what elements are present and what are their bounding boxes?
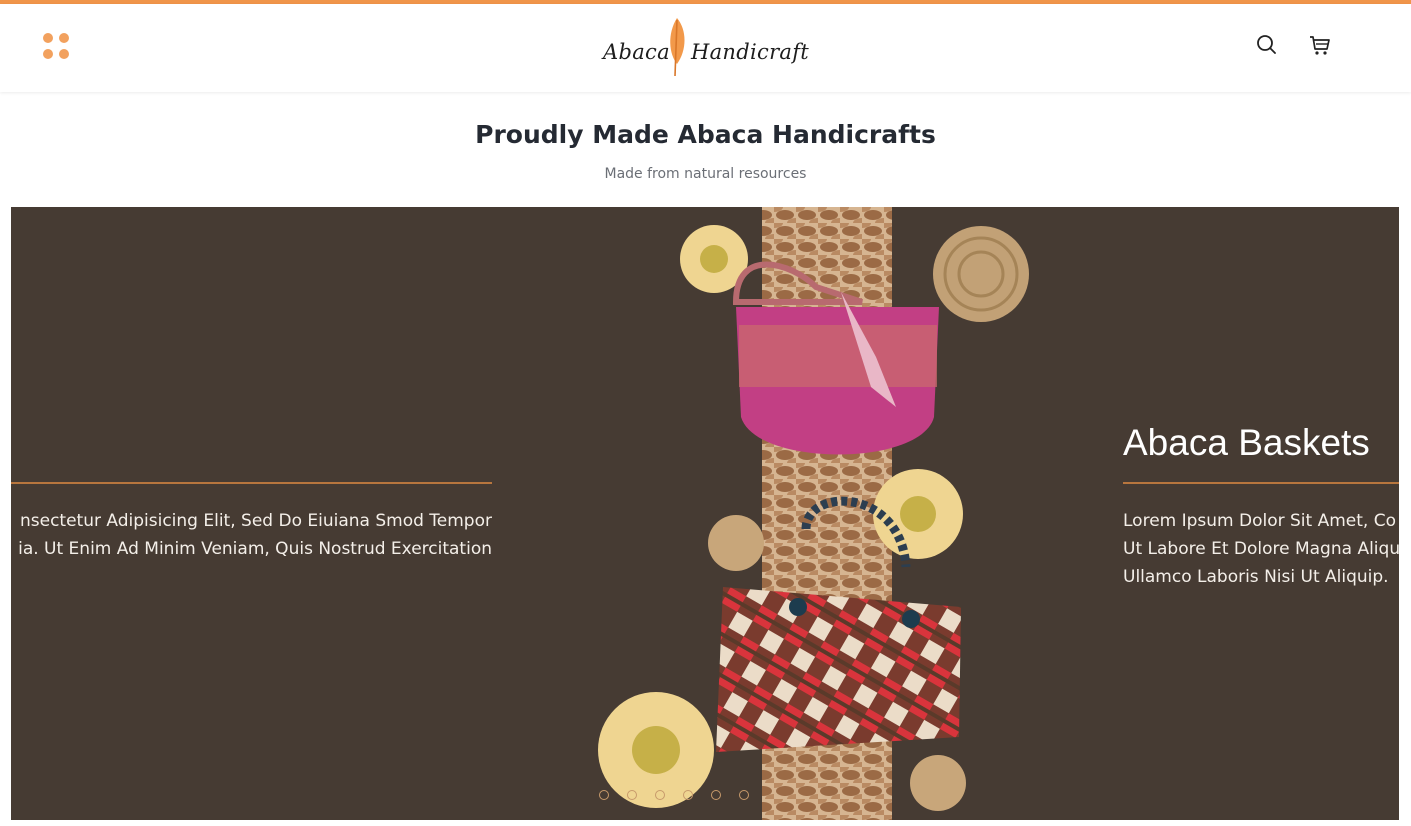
right-slide-divider (1123, 482, 1399, 484)
left-slide-line-1: nsectetur Adipisicing Elit, Sed Do Eiuia… (20, 511, 492, 531)
left-slide-divider (11, 482, 492, 484)
carousel-dot[interactable] (655, 790, 665, 800)
right-slide-text: Lorem Ipsum Dolor Sit Amet, Co Ut Labore… (1123, 507, 1399, 591)
menu-grid-icon[interactable] (40, 32, 72, 64)
search-icon[interactable] (1252, 30, 1282, 60)
site-header: Abaca Handicraft (0, 4, 1411, 92)
hero-carousel[interactable]: nsectetur Adipisicing Elit, Sed Do Eiuia… (11, 207, 1399, 820)
carousel-dot[interactable] (739, 790, 749, 800)
right-slide-line-2: Ut Labore Et Dolore Magna Aliqu (1123, 539, 1399, 559)
page-subheadline: Made from natural resources (604, 166, 807, 182)
feather-icon (670, 18, 685, 77)
site-logo[interactable]: Abaca Handicraft (595, 16, 809, 86)
left-slide-text: nsectetur Adipisicing Elit, Sed Do Eiuia… (11, 507, 492, 563)
abaca-bags-image (598, 207, 1029, 820)
carousel-dot[interactable] (683, 790, 693, 800)
right-slide-title: Abaca Baskets (1123, 422, 1370, 463)
logo-text-left: Abaca (603, 40, 670, 64)
page-headline: Proudly Made Abaca Handicrafts (475, 120, 936, 149)
cart-icon[interactable] (1305, 30, 1335, 60)
left-slide-line-2: ia. Ut Enim Ad Minim Veniam, Quis Nostru… (18, 539, 492, 559)
right-slide-line-1: Lorem Ipsum Dolor Sit Amet, Co (1123, 511, 1396, 531)
carousel-dot[interactable] (627, 790, 637, 800)
right-slide-line-3: Ullamco Laboris Nisi Ut Aliquip. (1123, 567, 1389, 587)
carousel-dot[interactable] (599, 790, 609, 800)
carousel-dot[interactable] (711, 790, 721, 800)
logo-text-right: Handicraft (691, 40, 810, 64)
